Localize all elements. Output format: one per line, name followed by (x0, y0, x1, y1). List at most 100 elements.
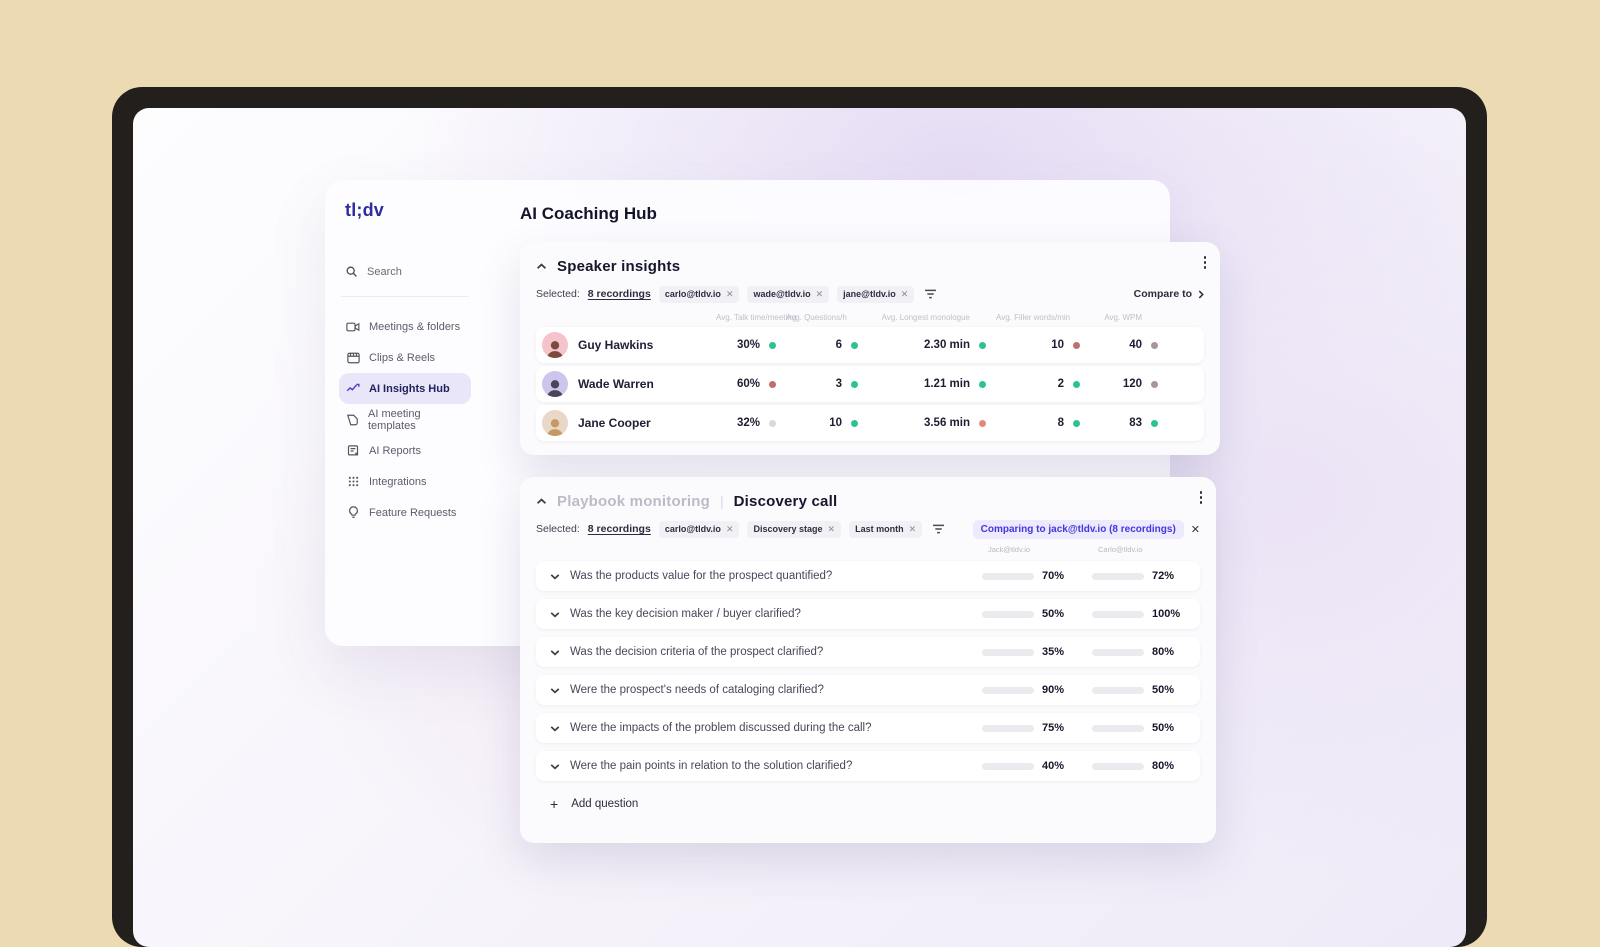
metric-value: 83 (1129, 417, 1142, 429)
filter-chip[interactable]: carlo@tldv.io ✕ (658, 285, 740, 303)
chevron-down-icon[interactable] (550, 687, 560, 694)
collapse-chevron-up-icon[interactable] (536, 262, 547, 270)
speaker-insights-card: Speaker insights Selected: 8 recordings … (520, 242, 1220, 455)
progress-percent: 50% (1152, 722, 1175, 734)
metric-value: 3.56 min (923, 417, 970, 429)
selected-label: Selected: (536, 288, 580, 300)
progress-track (982, 724, 1034, 732)
status-dot (979, 341, 986, 349)
selected-recordings-link[interactable]: 8 recordings (588, 523, 651, 535)
laptop-frame: tl;dv Search Meetings & folders Clips & … (112, 87, 1487, 947)
sidebar-item-label: AI Reports (369, 444, 421, 457)
sidebar-item-ai-insights-hub[interactable]: AI Insights Hub (339, 373, 471, 404)
progress-bar-group: 40% (982, 760, 1076, 772)
search-placeholder: Search (367, 265, 402, 278)
progress-bar-group: 80% (1092, 646, 1186, 658)
chevron-down-icon[interactable] (550, 611, 560, 618)
metric-value: 3 (835, 378, 842, 390)
speaker-table: Guy Hawkins 30% 6 2.30 min 10 40 Wade Wa… (536, 327, 1204, 441)
status-dot (769, 341, 776, 349)
table-column-headers: Avg. Talk time/meeting Avg. Questions/h … (536, 310, 1204, 324)
chip-close-icon[interactable]: ✕ (726, 524, 734, 535)
progress-percent: 80% (1152, 760, 1175, 772)
sidebar-item-label: AI Insights Hub (369, 382, 450, 395)
chip-close-icon[interactable]: ✕ (909, 524, 917, 535)
question-row[interactable]: Were the prospect's needs of cataloging … (536, 675, 1200, 705)
chevron-down-icon[interactable] (550, 763, 560, 770)
sidebar-item-label: Clips & Reels (369, 351, 436, 364)
progress-bar-group: 50% (1092, 722, 1186, 734)
progress-track (1092, 610, 1144, 618)
question-row[interactable]: Were the impacts of the problem discusse… (536, 713, 1200, 743)
filter-chip[interactable]: Discovery stage ✕ (747, 520, 842, 538)
sidebar-item-feature-requests[interactable]: Feature Requests (339, 497, 471, 528)
question-row[interactable]: Was the key decision maker / buyer clari… (536, 599, 1200, 629)
column-header: Carlo@tldv.io (1098, 545, 1143, 554)
chevron-down-icon[interactable] (550, 573, 560, 580)
chip-close-icon[interactable]: ✕ (901, 289, 909, 300)
question-list: Was the products value for the prospect … (536, 561, 1200, 781)
kebab-menu-icon[interactable] (1199, 491, 1202, 504)
sidebar-item-ai-meeting-templates[interactable]: AI meeting templates (339, 404, 471, 435)
status-dot (1151, 419, 1158, 427)
table-row[interactable]: Wade Warren 60% 3 1.21 min 2 120 (536, 366, 1204, 402)
table-row[interactable]: Guy Hawkins 30% 6 2.30 min 10 40 (536, 327, 1204, 363)
page-title: AI Coaching Hub (520, 204, 657, 223)
add-question-button[interactable]: + Add question (536, 789, 1200, 819)
progress-percent: 80% (1152, 646, 1175, 658)
progress-track (982, 686, 1034, 694)
search-icon (345, 265, 358, 278)
comparing-to-chip[interactable]: Comparing to jack@tldv.io (8 recordings) (972, 519, 1184, 539)
chip-close-icon[interactable]: ✕ (816, 289, 824, 300)
progress-bar-group: 70% (982, 570, 1076, 582)
question-text: Were the pain points in relation to the … (570, 760, 853, 772)
collapse-chevron-up-icon[interactable] (536, 497, 547, 505)
laptop-screen: tl;dv Search Meetings & folders Clips & … (133, 108, 1466, 947)
sidebar-item-meetings[interactable]: Meetings & folders (339, 311, 471, 342)
search-input[interactable]: Search (345, 265, 471, 278)
table-row[interactable]: Jane Cooper 32% 10 3.56 min 8 83 (536, 405, 1204, 441)
sidebar-item-ai-reports[interactable]: AI Reports (339, 435, 471, 466)
status-dot (1151, 380, 1158, 388)
chip-close-icon[interactable]: ✕ (726, 289, 734, 300)
kebab-menu-icon[interactable] (1203, 256, 1206, 269)
grid-dots-icon (346, 476, 360, 487)
status-dot (979, 380, 986, 388)
filter-chip[interactable]: carlo@tldv.io ✕ (658, 520, 740, 538)
progress-track (982, 648, 1034, 656)
filter-funnel-icon[interactable] (924, 289, 937, 299)
metric-value: 10 (829, 417, 842, 429)
chip-label: jane@tldv.io (843, 289, 896, 299)
progress-bar-group: 50% (1092, 684, 1186, 696)
metric-value: 2.30 min (923, 339, 970, 351)
progress-percent: 70% (1042, 570, 1065, 582)
status-dot (851, 341, 858, 349)
speaker-name: Jane Cooper (578, 416, 651, 430)
chip-label: carlo@tldv.io (664, 289, 721, 299)
chip-close-icon[interactable]: ✕ (828, 524, 836, 535)
metric-value: 40 (1129, 339, 1142, 351)
filter-funnel-icon[interactable] (932, 524, 945, 534)
filter-chip[interactable]: wade@tldv.io ✕ (747, 285, 830, 303)
progress-track (982, 572, 1034, 580)
progress-percent: 90% (1042, 684, 1065, 696)
question-row[interactable]: Was the products value for the prospect … (536, 561, 1200, 591)
comparing-close-icon[interactable]: ✕ (1191, 523, 1200, 536)
progress-bar-group: 90% (982, 684, 1076, 696)
filter-chip[interactable]: Last month ✕ (849, 520, 923, 538)
question-row[interactable]: Was the decision criteria of the prospec… (536, 637, 1200, 667)
progress-track (1092, 686, 1144, 694)
chevron-down-icon[interactable] (550, 725, 560, 732)
question-row[interactable]: Were the pain points in relation to the … (536, 751, 1200, 781)
metric-value: 32% (736, 417, 760, 429)
compare-to-button[interactable]: Compare to (1134, 288, 1204, 300)
filter-chip[interactable]: jane@tldv.io ✕ (837, 285, 915, 303)
chevron-down-icon[interactable] (550, 649, 560, 656)
column-header: Avg. Talk time/meeting (716, 312, 797, 322)
chip-label: Last month (855, 524, 904, 534)
selected-recordings-link[interactable]: 8 recordings (588, 288, 651, 300)
sidebar-item-clips[interactable]: Clips & Reels (339, 342, 471, 373)
sidebar-item-integrations[interactable]: Integrations (339, 466, 471, 497)
progress-bar-group: 100% (1092, 608, 1186, 620)
selected-label: Selected: (536, 523, 580, 535)
